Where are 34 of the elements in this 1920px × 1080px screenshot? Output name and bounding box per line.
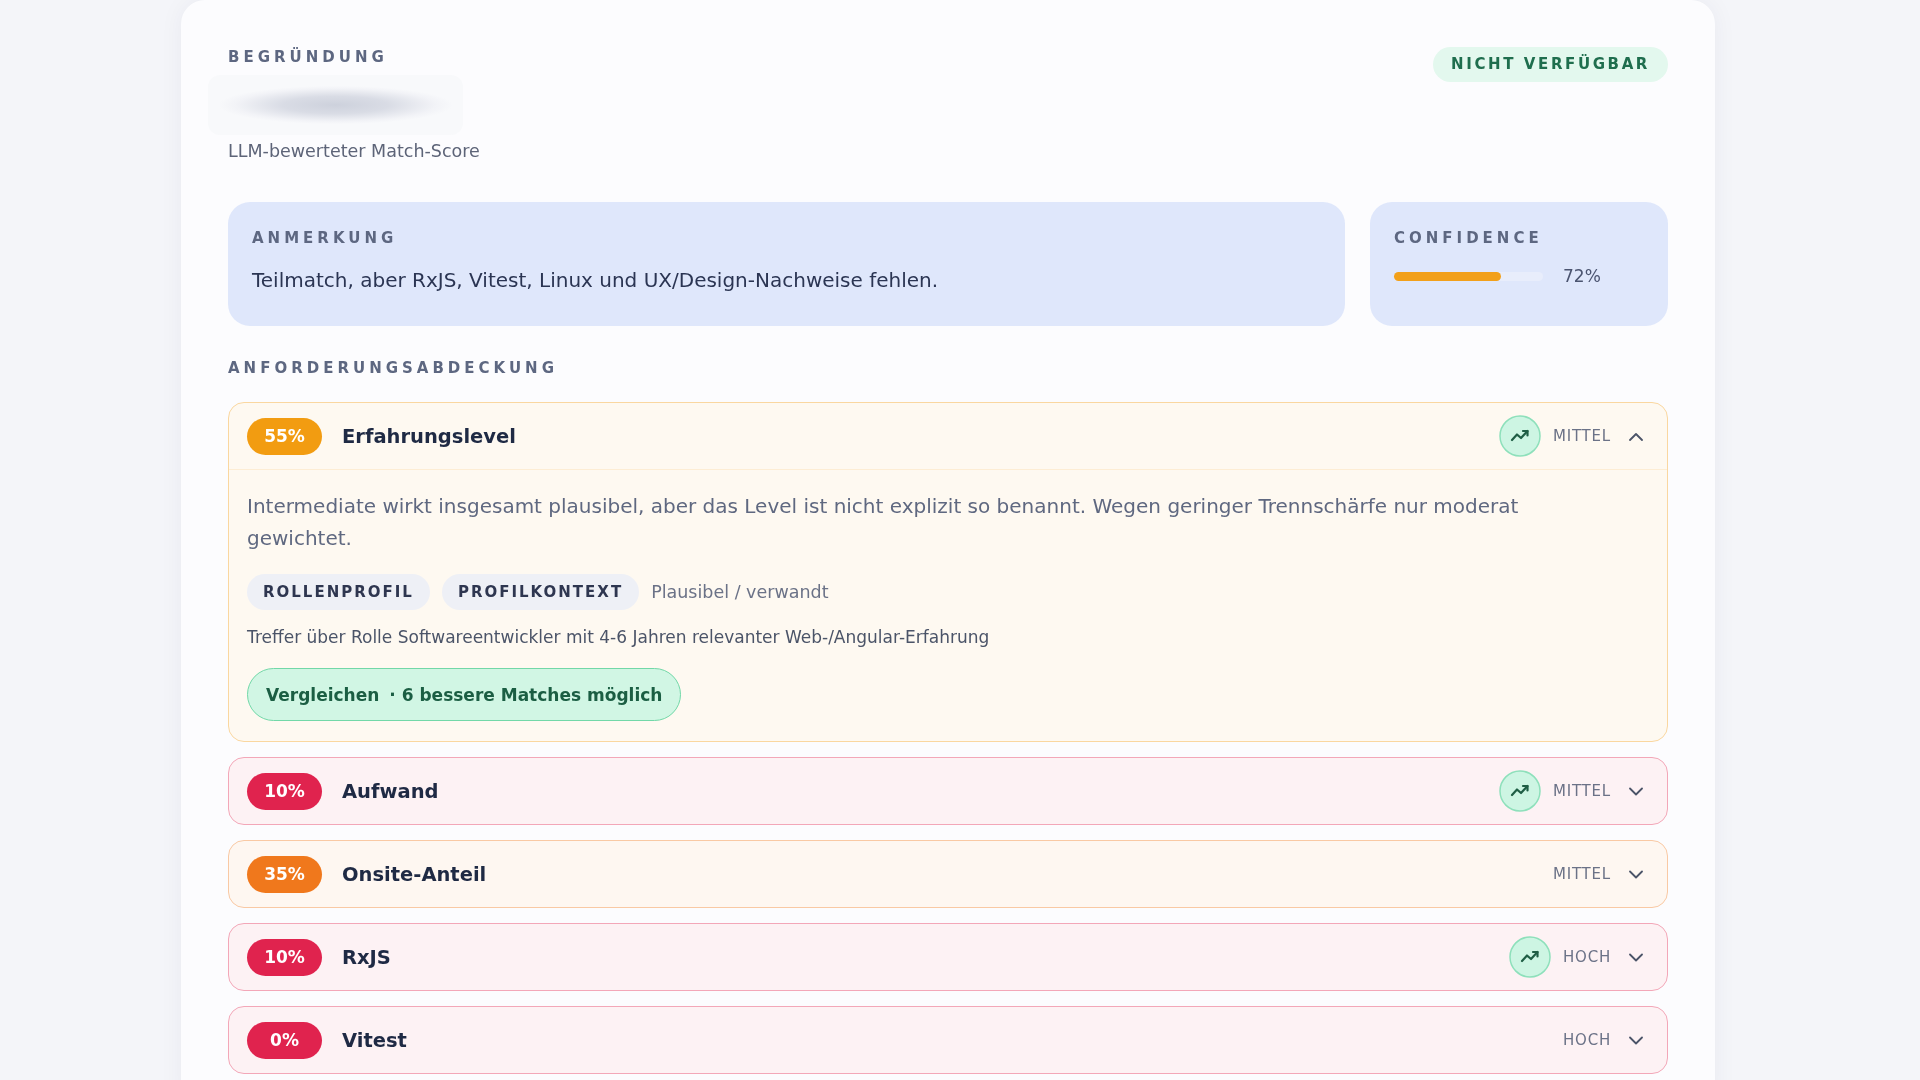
priority-label: HOCH <box>1562 948 1611 966</box>
requirement-name: Vitest <box>342 1028 407 1052</box>
source-tag: ROLLENPROFIL <box>247 574 430 610</box>
score-caption: LLM-bewerteter Match-Score <box>228 141 480 161</box>
compare-button[interactable]: Vergleichen · 6 bessere Matches möglich <box>247 668 682 721</box>
requirement-description: Intermediate wirkt insgesamt plausibel, aber das Level ist nicht explizit so benannt. Wegen geringer Trennschärfe nur moderat gewichtet. <box>247 493 1520 552</box>
match-note: Plausibel / verwandt <box>651 582 829 602</box>
score-badge: 0% <box>247 1021 322 1059</box>
evidence-text: Treffer über Rolle Softwareentwickler mit 4-6 Jahren relevanter Web-/Angular-Erfahrung <box>247 626 991 648</box>
requirement-name: RxJS <box>342 945 391 969</box>
requirement-name: Aufwand <box>342 779 439 803</box>
priority-label: MITTEL <box>1552 865 1611 883</box>
source-tag: PROFILKONTEXT <box>441 574 640 610</box>
status-badge: NICHT VERFÜGBAR <box>1433 47 1668 82</box>
chevron-down-icon[interactable] <box>1629 869 1643 879</box>
chevron-down-icon[interactable] <box>1629 952 1643 962</box>
priority-label: MITTEL <box>1552 782 1611 800</box>
confidence-label: CONFIDENCE <box>1394 228 1544 248</box>
requirement-name: Erfahrungslevel <box>342 424 516 448</box>
score-badge: 10% <box>247 938 322 976</box>
score-badge: 35% <box>247 855 322 893</box>
requirement-name: Onsite-Anteil <box>342 862 487 886</box>
note-label: ANMERKUNG <box>252 228 399 248</box>
section-label: BEGRÜNDUNG <box>228 47 388 67</box>
priority-label: HOCH <box>1562 1031 1611 1049</box>
note-text: Teilmatch, aber RxJS, Vitest, Linux und UX/Design-Nachweise fehlen. <box>252 267 940 294</box>
chevron-up-icon[interactable] <box>1629 431 1643 441</box>
chevron-down-icon[interactable] <box>1629 1035 1643 1045</box>
section-label: ANFORDERUNGSABDECKUNG <box>228 358 559 378</box>
score-badge: 10% <box>247 772 322 810</box>
priority-label: MITTEL <box>1552 427 1611 445</box>
confidence-value: 72% <box>1563 266 1601 286</box>
chevron-down-icon[interactable] <box>1629 786 1643 796</box>
score-badge: 55% <box>247 417 322 455</box>
